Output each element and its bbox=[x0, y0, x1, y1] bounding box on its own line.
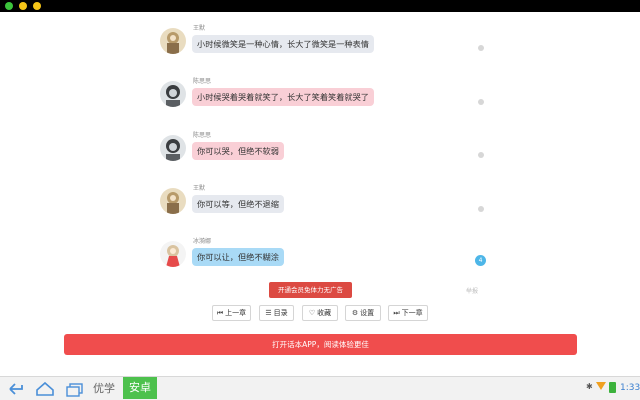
vip-membership-button[interactable]: 开通会员免体力无广告 bbox=[269, 282, 352, 298]
skip-forward-icon: ⏭ bbox=[393, 309, 400, 317]
favorite-label: 收藏 bbox=[317, 309, 332, 317]
home-icon[interactable] bbox=[34, 380, 56, 398]
message-bubble: 小时候微笑是一种心情，长大了微笑是一种表情 bbox=[192, 35, 374, 53]
favorite-button[interactable]: ♡ 收藏 bbox=[302, 305, 338, 321]
prev-chapter-label: 上一章 bbox=[225, 309, 247, 317]
message-bubble: 小时候哭着哭着就笑了，长大了笑着笑着就哭了 bbox=[192, 88, 374, 106]
toc-label: 目录 bbox=[273, 309, 288, 317]
message-indicator-dot bbox=[478, 206, 484, 212]
avatar[interactable] bbox=[160, 28, 186, 54]
skip-back-icon: ⏮ bbox=[216, 309, 224, 317]
report-link[interactable]: 举报 bbox=[466, 286, 478, 295]
message-bubble: 你可以让，但绝不糊涂 bbox=[192, 248, 284, 266]
avatar[interactable] bbox=[160, 188, 186, 214]
message-bubble: 你可以等，但绝不退缩 bbox=[192, 195, 284, 213]
status-dot bbox=[19, 2, 27, 10]
unread-count-badge: 4 bbox=[475, 255, 486, 266]
anzhuo-brand-label[interactable]: 安卓 bbox=[123, 377, 157, 399]
message-indicator-dot bbox=[478, 152, 484, 158]
window-titlebar bbox=[0, 0, 640, 12]
clock: 1:33 bbox=[620, 383, 640, 393]
avatar[interactable] bbox=[160, 81, 186, 107]
status-dot bbox=[33, 2, 41, 10]
settings-label: 设置 bbox=[360, 309, 375, 317]
gear-icon: ⚙ bbox=[351, 309, 359, 317]
message-indicator-dot bbox=[478, 45, 484, 51]
toc-button[interactable]: ☰ 目录 bbox=[259, 305, 294, 321]
avatar[interactable] bbox=[160, 135, 186, 161]
avatar[interactable] bbox=[160, 241, 186, 267]
list-icon: ☰ bbox=[265, 309, 272, 317]
youxue-brand-label[interactable]: 优学 bbox=[93, 380, 115, 396]
app-status-dot bbox=[5, 2, 13, 10]
wifi-icon bbox=[596, 382, 606, 390]
heart-icon: ♡ bbox=[308, 309, 316, 317]
next-chapter-button[interactable]: ⏭ 下一章 bbox=[388, 305, 428, 321]
settings-button[interactable]: ⚙ 设置 bbox=[345, 305, 381, 321]
recent-apps-icon[interactable] bbox=[64, 380, 86, 398]
message-indicator-dot bbox=[478, 99, 484, 105]
sender-name: 王默 bbox=[193, 185, 206, 192]
open-app-button[interactable]: 打开话本APP，阅读体验更佳 bbox=[64, 334, 577, 355]
sender-name: 陈思思 bbox=[193, 132, 212, 139]
sender-name: 陈思思 bbox=[193, 78, 212, 85]
prev-chapter-button[interactable]: ⏮ 上一章 bbox=[212, 305, 251, 321]
message-bubble: 你可以哭，但绝不软弱 bbox=[192, 142, 284, 160]
bluetooth-icon: ✱ bbox=[586, 382, 593, 391]
back-icon[interactable] bbox=[6, 380, 26, 398]
sender-name: 王默 bbox=[193, 25, 206, 32]
battery-icon bbox=[609, 382, 616, 393]
next-chapter-label: 下一章 bbox=[401, 309, 423, 317]
sender-name: 冰漪娜 bbox=[193, 238, 212, 245]
